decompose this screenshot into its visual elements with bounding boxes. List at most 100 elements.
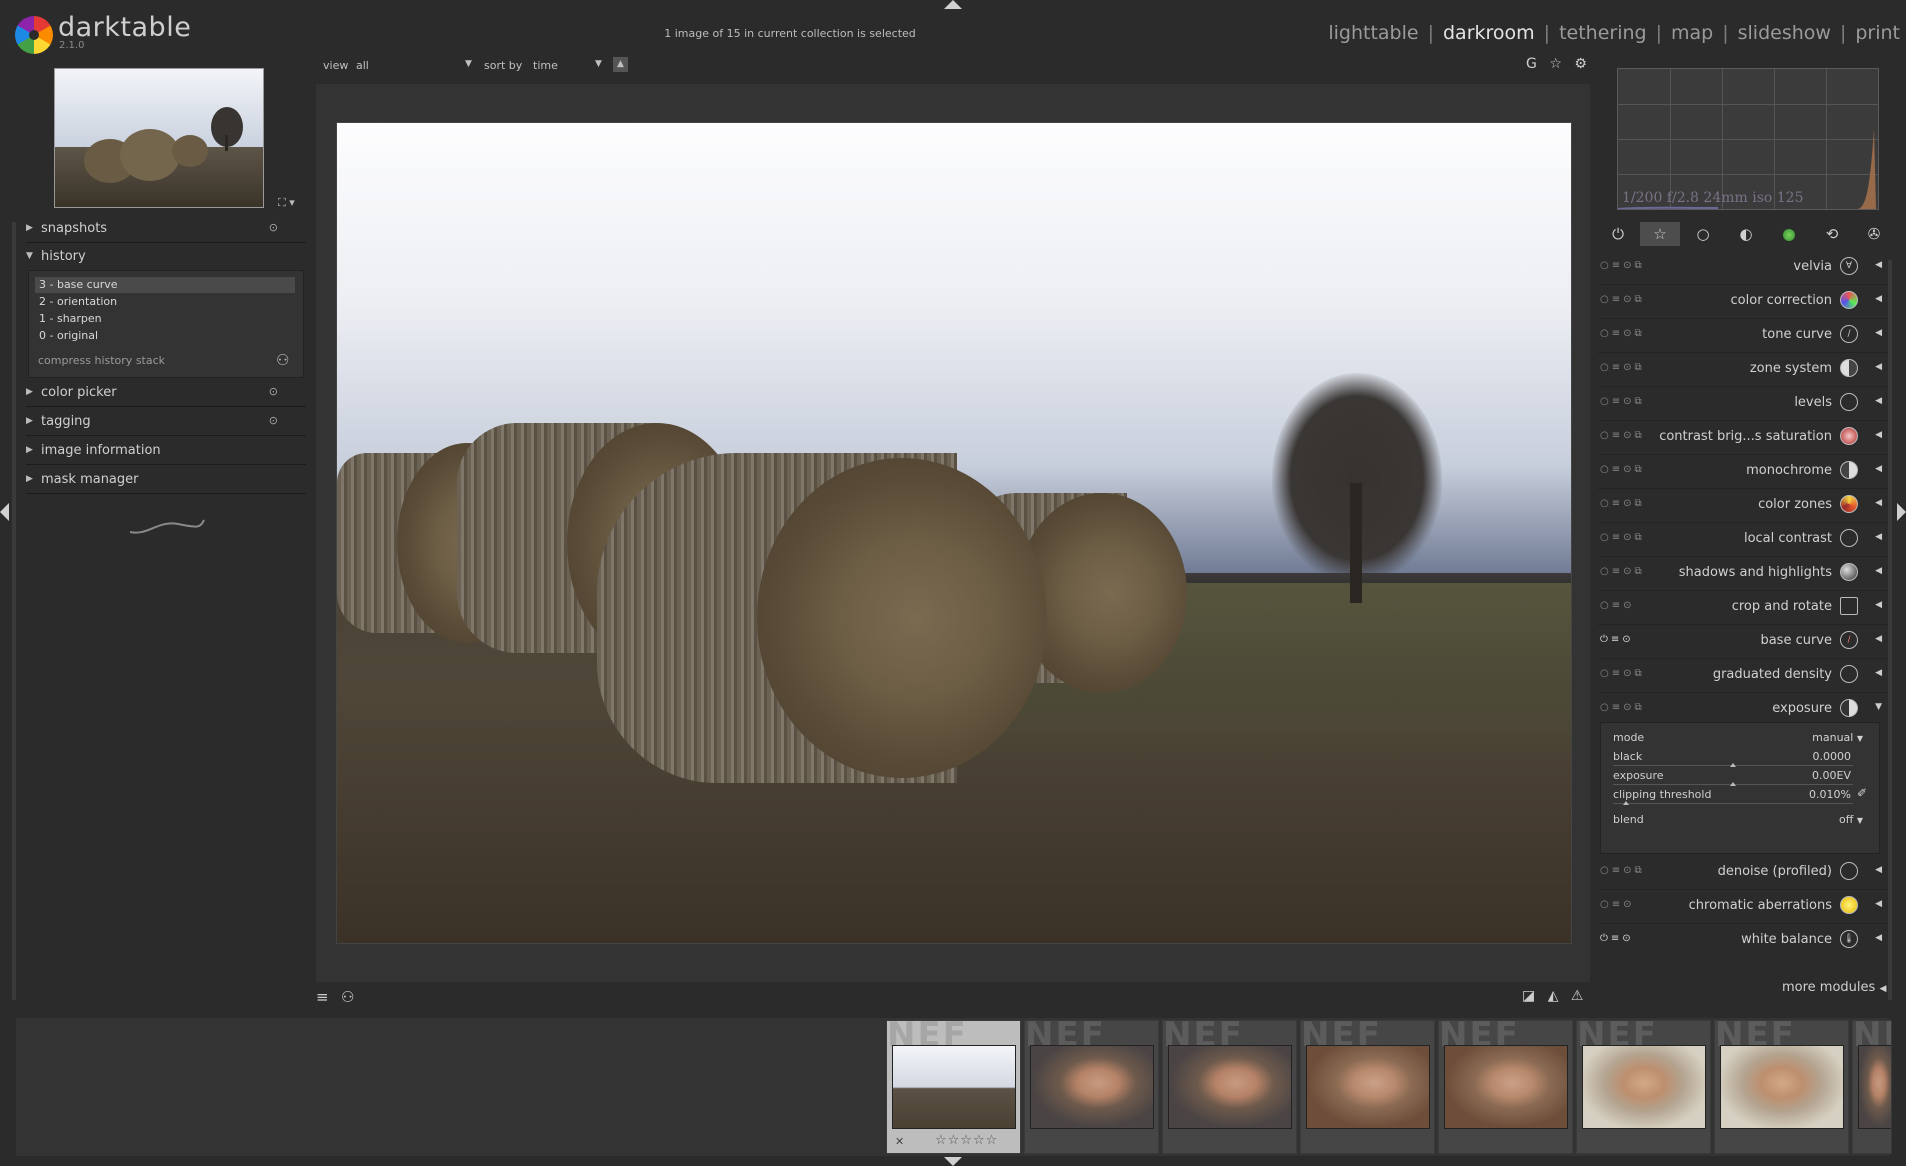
- star-rating[interactable]: ☆☆☆☆☆: [935, 1133, 998, 1148]
- more-modules-button[interactable]: more modules ◀: [1782, 980, 1886, 995]
- module-state-icons[interactable]: ○≡⊙: [1600, 600, 1634, 611]
- filmstrip-thumbnail[interactable]: NEF: [1024, 1020, 1159, 1154]
- collapse-arrow-icon[interactable]: ◀: [1875, 532, 1882, 542]
- history-item[interactable]: 2 - orientation: [35, 294, 295, 310]
- top-panel-toggle-icon[interactable]: [944, 0, 962, 9]
- filmstrip-thumbnail[interactable]: NEF: [1300, 1020, 1435, 1154]
- filmstrip-thumbnail[interactable]: NEF: [1576, 1020, 1711, 1154]
- module-crop-and-rotate[interactable]: ○≡⊙ crop and rotate ◀: [1598, 590, 1888, 625]
- module-state-icons[interactable]: ○≡⊙⧉: [1600, 865, 1645, 876]
- effect-group-icon[interactable]: ✇: [1854, 222, 1894, 246]
- mode-dropdown[interactable]: manual ▼: [1812, 731, 1863, 744]
- module-snapshots[interactable]: ▶ snapshots ⊙: [26, 216, 306, 243]
- module-state-icons[interactable]: ○≡⊙⧉: [1600, 396, 1645, 407]
- hamburger-menu-icon[interactable]: ≡: [316, 988, 329, 1006]
- tone-group-icon[interactable]: ◐: [1726, 222, 1766, 246]
- collapse-arrow-icon[interactable]: ◀: [1875, 933, 1882, 943]
- history-item[interactable]: 1 - sharpen: [35, 311, 295, 327]
- collapse-arrow-icon[interactable]: ◀: [1875, 328, 1882, 338]
- module-state-icons[interactable]: ○≡⊙⧉: [1600, 532, 1645, 543]
- gear-icon[interactable]: ⚙: [1574, 56, 1587, 72]
- slider-knob-icon[interactable]: [1730, 763, 1736, 767]
- slider-knob-icon[interactable]: [1623, 801, 1629, 805]
- overexposed-indicator-icon[interactable]: ◪: [1522, 988, 1535, 1004]
- active-modules-power-icon[interactable]: ⏻: [1598, 222, 1638, 246]
- chevron-down-icon[interactable]: ▼: [595, 59, 602, 69]
- gamut-check-icon[interactable]: ⚠: [1571, 988, 1584, 1004]
- exposure-mode-row[interactable]: mode manual ▼: [1613, 731, 1863, 749]
- module-color-correction[interactable]: ○≡⊙⧉ color correction ◀: [1598, 284, 1888, 319]
- module-tone-curve[interactable]: ○≡⊙⧉ tone curve ∕ ◀: [1598, 318, 1888, 353]
- collapse-arrow-icon[interactable]: ◀: [1875, 600, 1882, 610]
- view-print[interactable]: print: [1855, 22, 1900, 44]
- left-panel-toggle-icon[interactable]: [0, 503, 9, 521]
- module-velvia[interactable]: ○≡⊙⧉ velvia ∀ ◀: [1598, 250, 1888, 285]
- collapse-arrow-icon[interactable]: ◀: [1875, 396, 1882, 406]
- module-exposure[interactable]: ○≡⊙⧉ exposure ▼: [1598, 692, 1888, 726]
- history-item[interactable]: 0 - original: [35, 328, 295, 344]
- module-chromatic-aberrations[interactable]: ○≡⊙ chromatic aberrations ◀: [1598, 889, 1888, 924]
- module-state-icons[interactable]: ○≡⊙⧉: [1600, 260, 1645, 271]
- collapse-arrow-icon[interactable]: ◀: [1875, 566, 1882, 576]
- module-state-icons[interactable]: ⏻≡⊙: [1600, 933, 1634, 944]
- module-image-information[interactable]: ▶ image information: [26, 438, 306, 465]
- main-image[interactable]: [336, 122, 1572, 944]
- guides-button[interactable]: G: [1526, 56, 1537, 72]
- module-state-icons[interactable]: ○≡⊙⧉: [1600, 566, 1645, 577]
- power-icon[interactable]: ⊙: [269, 385, 278, 398]
- right-panel-toggle-icon[interactable]: [1897, 503, 1906, 521]
- module-white-balance[interactable]: ⏻≡⊙ white balance 🌡 ◀: [1598, 923, 1888, 957]
- filmstrip-thumbnail[interactable]: NEF: [1714, 1020, 1849, 1154]
- module-tagging[interactable]: ▶ tagging ⊙: [26, 409, 306, 436]
- module-contrast-brightness-saturation[interactable]: ○≡⊙⧉ contrast brig...s saturation ◀: [1598, 420, 1888, 455]
- view-darkroom[interactable]: darkroom: [1443, 22, 1535, 44]
- blend-row[interactable]: blend off ▼: [1613, 813, 1863, 831]
- filmstrip-thumbnail[interactable]: NEF ✕ ☆☆☆☆☆: [886, 1020, 1021, 1154]
- module-state-icons[interactable]: ○≡⊙⧉: [1600, 328, 1645, 339]
- correct-group-icon[interactable]: ⟲: [1812, 222, 1852, 246]
- module-state-icons[interactable]: ○≡⊙: [1600, 899, 1634, 910]
- collapse-arrow-icon[interactable]: ◀: [1875, 668, 1882, 678]
- filmstrip-thumbnail[interactable]: NEF: [1852, 1020, 1892, 1154]
- create-style-icon[interactable]: ⚇: [276, 351, 289, 369]
- histogram[interactable]: [1617, 68, 1879, 210]
- styles-icon[interactable]: ⚇: [341, 988, 354, 1006]
- module-levels[interactable]: ○≡⊙⧉ levels ◀: [1598, 386, 1888, 421]
- module-color-zones[interactable]: ○≡⊙⧉ color zones ◀: [1598, 488, 1888, 523]
- module-state-icons[interactable]: ○≡⊙⧉: [1600, 362, 1645, 373]
- module-state-icons[interactable]: ○≡⊙⧉: [1600, 430, 1645, 441]
- slider-knob-icon[interactable]: [1730, 782, 1736, 786]
- compress-history-button[interactable]: compress history stack: [38, 354, 165, 367]
- slider-track[interactable]: [1613, 803, 1853, 804]
- view-tethering[interactable]: tethering: [1559, 22, 1647, 44]
- module-color-picker[interactable]: ▶ color picker ⊙: [26, 380, 306, 407]
- history-item[interactable]: 3 - base curve: [35, 277, 295, 293]
- star-icon[interactable]: ☆: [1549, 56, 1562, 72]
- view-slideshow[interactable]: slideshow: [1738, 22, 1831, 44]
- left-panel-scrollbar[interactable]: [12, 222, 16, 1000]
- favorites-star-icon[interactable]: ☆: [1640, 222, 1680, 246]
- exposure-slider[interactable]: exposure 0.00EV: [1613, 769, 1863, 787]
- collapse-arrow-icon[interactable]: ◀: [1875, 464, 1882, 474]
- color-group-icon[interactable]: [1769, 222, 1809, 246]
- module-history[interactable]: ▼ history: [26, 244, 306, 270]
- module-state-icons[interactable]: ○≡⊙⧉: [1600, 702, 1645, 713]
- collapse-arrow-icon[interactable]: ◀: [1875, 498, 1882, 508]
- reject-icon[interactable]: ✕: [895, 1135, 904, 1148]
- filmstrip-thumbnail[interactable]: NEF: [1162, 1020, 1297, 1154]
- softproof-icon[interactable]: ◭: [1548, 988, 1559, 1004]
- collapse-arrow-icon[interactable]: ◀: [1875, 899, 1882, 909]
- module-shadows-and-highlights[interactable]: ○≡⊙⧉ shadows and highlights ◀: [1598, 556, 1888, 591]
- module-monochrome[interactable]: ○≡⊙⧉ monochrome ◀: [1598, 454, 1888, 489]
- color-picker-icon[interactable]: ✐: [1857, 786, 1867, 800]
- view-filter-dropdown[interactable]: all: [356, 59, 369, 72]
- expanded-arrow-icon[interactable]: ▼: [1875, 702, 1882, 712]
- module-graduated-density[interactable]: ○≡⊙⧉ graduated density ◀: [1598, 658, 1888, 693]
- module-mask-manager[interactable]: ▶ mask manager: [26, 467, 306, 494]
- right-panel-scrollbar[interactable]: [1888, 260, 1892, 1000]
- power-icon[interactable]: ⊙: [269, 414, 278, 427]
- collapse-arrow-icon[interactable]: ◀: [1875, 865, 1882, 875]
- module-denoise-profiled[interactable]: ○≡⊙⧉ denoise (profiled) ◀: [1598, 855, 1888, 890]
- collapse-arrow-icon[interactable]: ◀: [1875, 260, 1882, 270]
- module-state-icons[interactable]: ○≡⊙⧉: [1600, 498, 1645, 509]
